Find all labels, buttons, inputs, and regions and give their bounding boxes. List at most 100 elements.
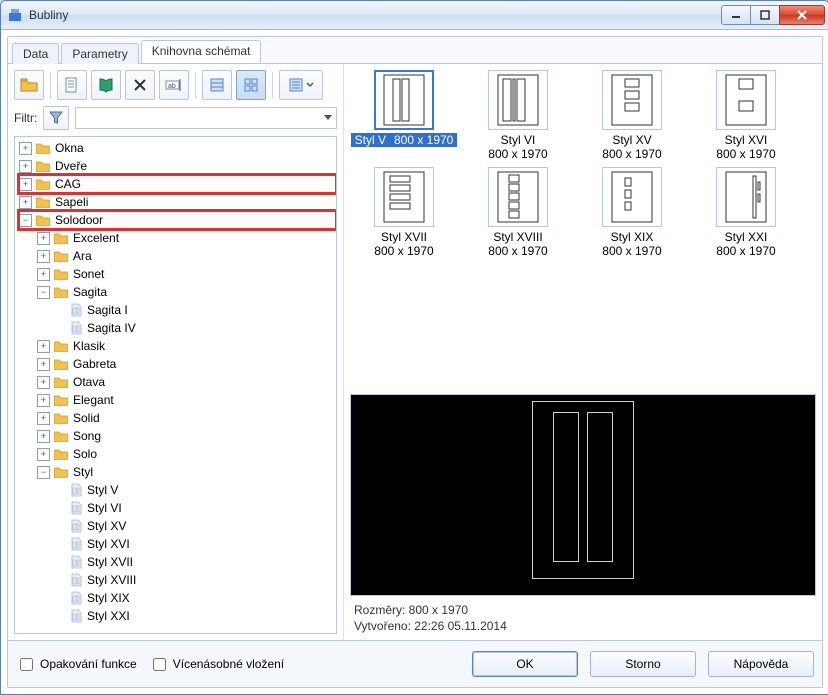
tree-leaf[interactable]: Styl XV <box>55 517 336 535</box>
thumbnail-item[interactable]: Styl V800 x 1970 <box>350 70 458 161</box>
thumbnail-item[interactable]: Styl XVII800 x 1970 <box>350 167 458 258</box>
tree-folder[interactable]: −Sagita <box>37 283 336 301</box>
close-button[interactable] <box>779 5 825 25</box>
expand-placeholder <box>55 557 66 568</box>
chevron-down-icon <box>306 81 314 89</box>
tree-leaf[interactable]: Styl XVII <box>55 553 336 571</box>
expand-placeholder <box>55 503 66 514</box>
expand-icon[interactable]: + <box>37 430 50 443</box>
tree-folder[interactable]: +Okna <box>19 139 336 157</box>
expand-icon[interactable]: + <box>37 232 50 245</box>
tree-folder[interactable]: +Sonet <box>37 265 336 283</box>
tree-folder[interactable]: +Solid <box>37 409 336 427</box>
tree-leaf-label: Sagita I <box>87 301 128 319</box>
filter-funnel-button[interactable] <box>43 106 69 130</box>
ok-button[interactable]: OK <box>472 651 578 677</box>
tree-folder[interactable]: +Dveře <box>19 157 336 175</box>
expand-icon[interactable]: + <box>37 340 50 353</box>
tree-folder-label: Excelent <box>73 229 119 247</box>
tree-leaf[interactable]: Styl VI <box>55 499 336 517</box>
multi-insert-checkbox[interactable]: Vícenásobné vložení <box>149 655 284 674</box>
tree-folder[interactable]: −Styl <box>37 463 336 481</box>
tree-leaf[interactable]: Sagita I <box>55 301 336 319</box>
collapse-icon[interactable]: − <box>19 214 32 227</box>
book-button[interactable] <box>91 70 121 100</box>
separator <box>272 72 273 98</box>
tree-folder[interactable]: +CAG <box>19 175 336 193</box>
repeat-function-checkbox[interactable]: Opakování funkce <box>16 655 137 674</box>
repeat-label: Opakování funkce <box>40 657 137 671</box>
tree-leaf-label: Styl V <box>87 481 118 499</box>
thumbnail-icon <box>716 167 776 227</box>
tree-folder[interactable]: −Solodoor <box>19 211 336 229</box>
folder-icon <box>54 268 68 280</box>
open-folder-button[interactable] <box>14 70 44 100</box>
schema-tree[interactable]: +Okna+Dveře+CAG+Sapeli−Solodoor + Excelent… <box>15 137 336 633</box>
expand-icon[interactable]: + <box>19 196 32 209</box>
folder-icon <box>54 430 68 442</box>
thumbnail-label: Styl XVII <box>350 230 458 244</box>
expand-icon[interactable]: + <box>19 178 32 191</box>
schema-leaf-icon <box>70 501 82 515</box>
expand-placeholder <box>55 593 66 604</box>
expand-placeholder <box>55 521 66 532</box>
thumbnail-dims: 800 x 1970 <box>464 147 572 161</box>
app-window: Bubliny Data Parametry Knihovna schémat <box>0 0 828 695</box>
expand-icon[interactable]: + <box>37 268 50 281</box>
tree-folder[interactable]: +Klasik <box>37 337 336 355</box>
tree-leaf[interactable]: Styl V <box>55 481 336 499</box>
tree-leaf[interactable]: Styl XVI <box>55 535 336 553</box>
tree-leaf[interactable]: Styl XVIII <box>55 571 336 589</box>
expand-icon[interactable]: + <box>37 448 50 461</box>
expand-icon[interactable]: + <box>37 394 50 407</box>
thumbnail-item[interactable]: Styl VI800 x 1970 <box>464 70 572 161</box>
collapse-icon[interactable]: − <box>37 286 50 299</box>
expand-icon[interactable]: + <box>19 142 32 155</box>
multi-checkbox-input[interactable] <box>153 658 166 671</box>
tab-parametry[interactable]: Parametry <box>61 43 138 64</box>
minimize-button[interactable] <box>721 5 751 25</box>
schema-leaf-icon <box>70 573 82 587</box>
thumbnails-area: Styl V800 x 1970Styl VI800 x 1970Styl XV… <box>344 64 822 394</box>
new-document-button[interactable] <box>57 70 87 100</box>
tree-folder[interactable]: +Otava <box>37 373 336 391</box>
help-button[interactable]: Nápověda <box>708 651 814 677</box>
dialog-panel: Data Parametry Knihovna schémat ab <box>7 36 823 688</box>
rename-button[interactable]: ab <box>159 70 189 100</box>
options-dropdown-button[interactable] <box>279 70 323 100</box>
thumbnail-item[interactable]: Styl XVI800 x 1970 <box>692 70 800 161</box>
collapse-icon[interactable]: − <box>37 466 50 479</box>
filter-combobox[interactable] <box>75 107 337 129</box>
tree-folder[interactable]: +Song <box>37 427 336 445</box>
maximize-button[interactable] <box>750 5 780 25</box>
delete-button[interactable] <box>125 70 155 100</box>
repeat-checkbox-input[interactable] <box>20 658 33 671</box>
expand-icon[interactable]: + <box>37 358 50 371</box>
tree-folder[interactable]: + Excelent <box>37 229 336 247</box>
tree-folder[interactable]: +Ara <box>37 247 336 265</box>
expand-icon[interactable]: + <box>37 250 50 263</box>
folder-icon <box>36 160 50 172</box>
tree-leaf[interactable]: Sagita IV <box>55 319 336 337</box>
tab-data[interactable]: Data <box>12 43 59 64</box>
left-pane: ab Filtr: <box>8 64 344 640</box>
thumbnail-item[interactable]: Styl XXI800 x 1970 <box>692 167 800 258</box>
tab-knihovna-schemat[interactable]: Knihovna schémat <box>141 40 262 63</box>
tree-leaf[interactable]: Styl XIX <box>55 589 336 607</box>
tree-folder[interactable]: +Sapeli <box>19 193 336 211</box>
thumbnail-dims: 800 x 1970 <box>390 133 457 147</box>
thumbnail-item[interactable]: Styl XIX800 x 1970 <box>578 167 686 258</box>
cancel-button[interactable]: Storno <box>590 651 696 677</box>
tree-leaf[interactable]: Styl XXI <box>55 607 336 625</box>
tree-folder[interactable]: +Gabreta <box>37 355 336 373</box>
expand-icon[interactable]: + <box>37 412 50 425</box>
expand-icon[interactable]: + <box>19 160 32 173</box>
tree-folder[interactable]: +Solo <box>37 445 336 463</box>
thumbnail-item[interactable]: Styl XVIII800 x 1970 <box>464 167 572 258</box>
expand-icon[interactable]: + <box>37 376 50 389</box>
thumbnail-item[interactable]: Styl XV800 x 1970 <box>578 70 686 161</box>
folder-icon <box>54 448 68 460</box>
tree-folder[interactable]: +Elegant <box>37 391 336 409</box>
thumbnail-view-button[interactable] <box>236 70 266 100</box>
list-view-button[interactable] <box>202 70 232 100</box>
